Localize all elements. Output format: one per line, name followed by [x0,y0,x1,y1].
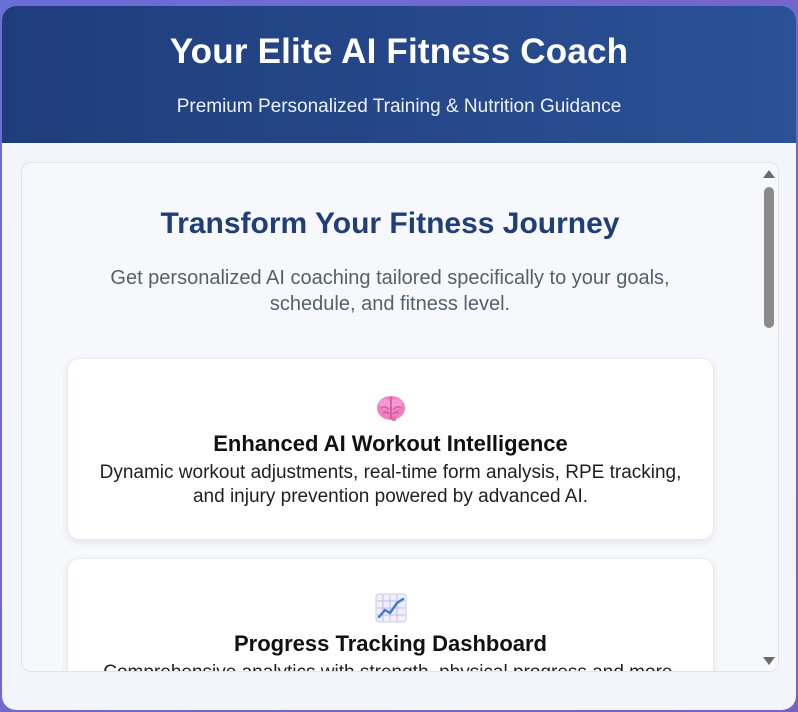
scrollbar-thumb[interactable] [764,187,774,328]
scroll-content: Transform Your Fitness Journey Get perso… [22,163,758,671]
feature-card-ai-workout: Enhanced AI Workout Intelligence Dynamic… [67,358,714,540]
intro-title: Transform Your Fitness Journey [160,207,620,240]
vertical-scrollbar[interactable] [760,163,778,671]
feature-card-progress: Progress Tracking Dashboard Comprehensiv… [67,558,714,671]
page-header: Your Elite AI Fitness Coach Premium Pers… [2,6,796,143]
app-window: Your Elite AI Fitness Coach Premium Pers… [2,6,796,710]
scroll-down-arrow-icon[interactable] [763,657,775,665]
feature-description: Comprehensive analytics with strength, p… [91,661,691,671]
scroll-up-arrow-icon[interactable] [763,170,775,178]
content-panel: Transform Your Fitness Journey Get perso… [21,162,779,672]
brain-icon [68,389,713,423]
page-title: Your Elite AI Fitness Coach [169,32,629,71]
feature-description: Dynamic workout adjustments, real-time f… [99,462,682,507]
chart-increasing-icon [68,589,713,623]
feature-title: Progress Tracking Dashboard [234,631,547,656]
intro-text: Get personalized AI coaching tailored sp… [110,267,670,315]
feature-title: Enhanced AI Workout Intelligence [213,431,568,456]
page-subtitle: Premium Personalized Training & Nutritio… [176,96,622,117]
